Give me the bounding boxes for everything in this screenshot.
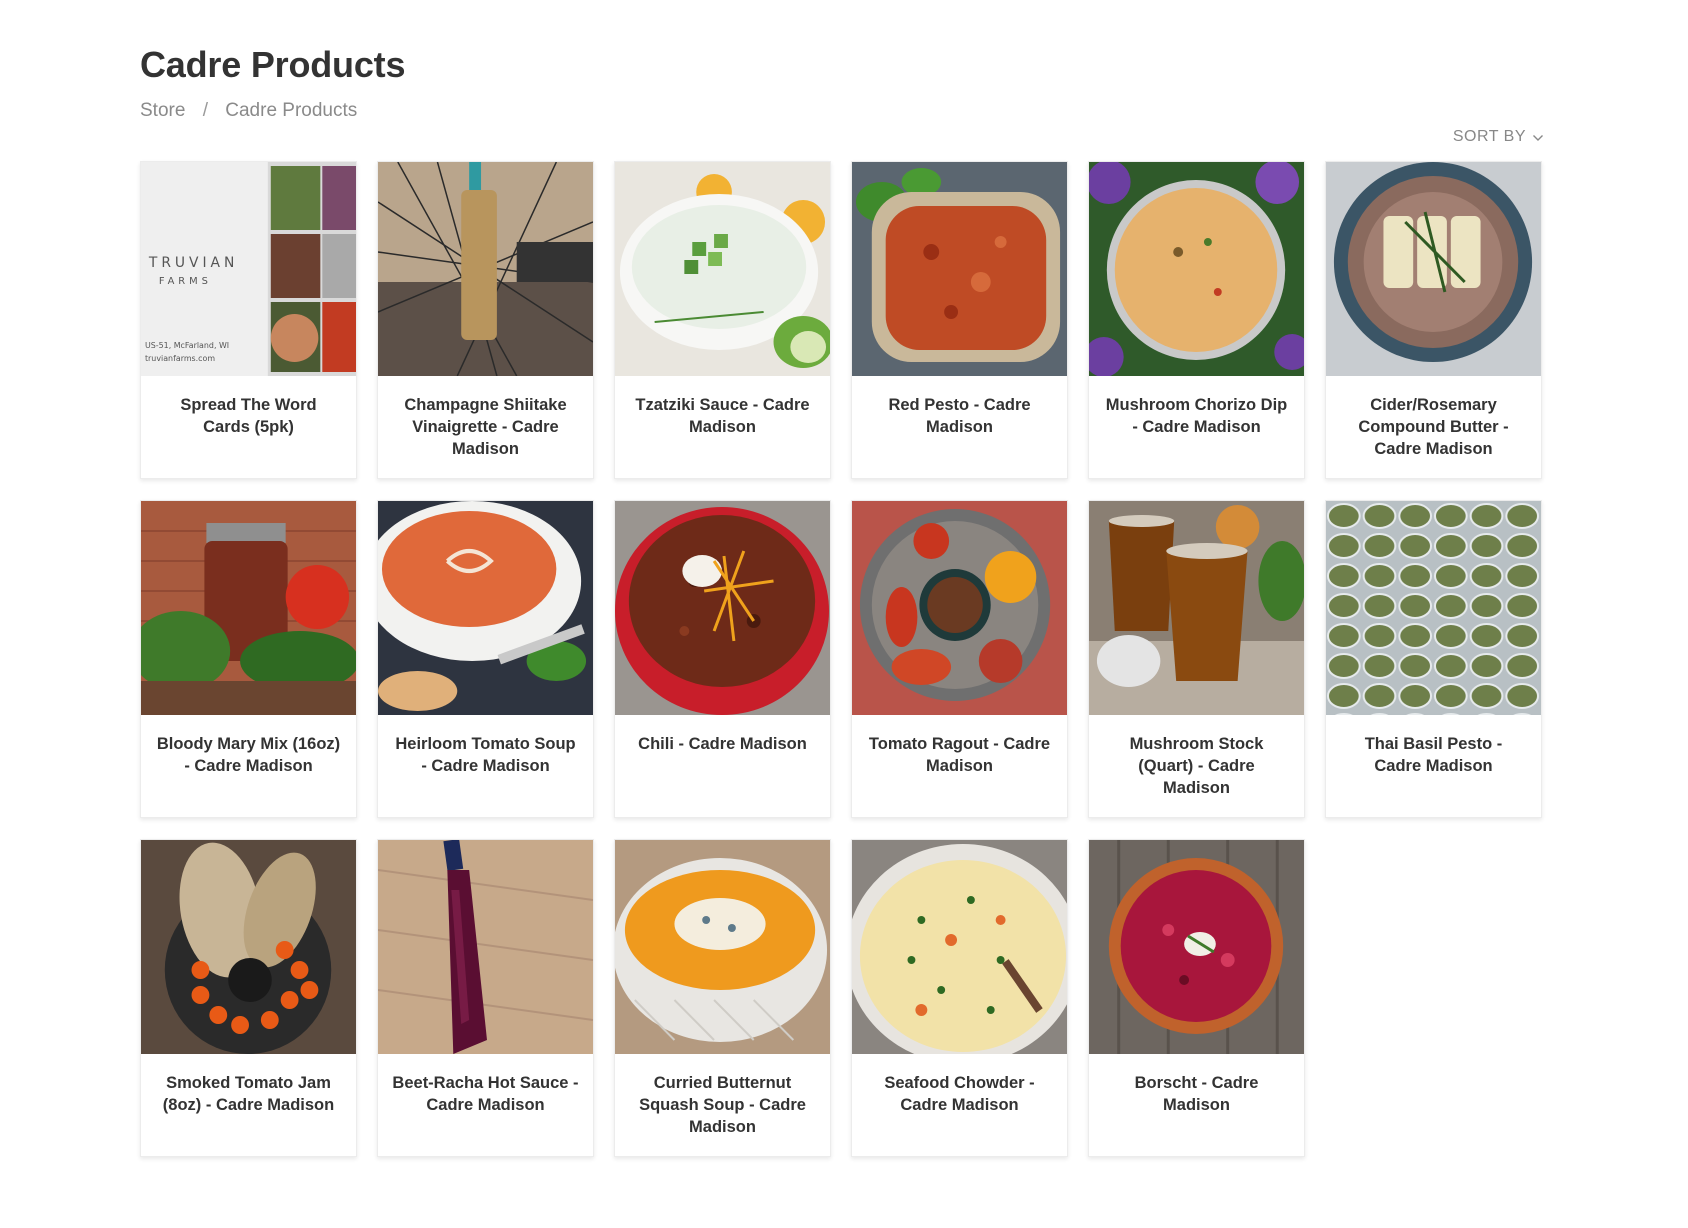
product-card[interactable]: Tzatziki Sauce - Cadre Madison — [614, 161, 831, 479]
product-title[interactable]: Red Pesto - Cadre Madison — [852, 376, 1067, 438]
product-card[interactable]: Red Pesto - Cadre Madison — [851, 161, 1068, 479]
product-title[interactable]: Cider/Rosemary Compound Butter - Cadre M… — [1326, 376, 1541, 460]
product-title[interactable]: Mushroom Chorizo Dip - Cadre Madison — [1089, 376, 1304, 438]
product-title[interactable]: Mushroom Stock (Quart) - Cadre Madison — [1089, 715, 1304, 799]
product-card[interactable]: Champagne Shiitake Vinaigrette - Cadre M… — [377, 161, 594, 479]
product-card[interactable]: Bloody Mary Mix (16oz) - Cadre Madison — [140, 500, 357, 818]
product-image[interactable] — [1089, 840, 1304, 1054]
product-image[interactable] — [1089, 162, 1304, 376]
breadcrumb-separator: / — [202, 100, 208, 121]
product-image[interactable] — [1326, 501, 1541, 715]
product-image[interactable] — [378, 840, 593, 1054]
product-title[interactable]: Champagne Shiitake Vinaigrette - Cadre M… — [378, 376, 593, 460]
product-card[interactable]: Smoked Tomato Jam (8oz) - Cadre Madison — [140, 839, 357, 1157]
product-image[interactable] — [852, 162, 1067, 376]
sort-by-dropdown[interactable]: SORT BY — [1453, 128, 1544, 146]
product-card[interactable]: TRUVIAN FARMS US-51, McFarland, WI truvi… — [140, 161, 357, 479]
product-card[interactable]: Thai Basil Pesto - Cadre Madison — [1325, 500, 1542, 818]
product-image[interactable] — [852, 840, 1067, 1054]
product-title[interactable]: Curried Butternut Squash Soup - Cadre Ma… — [615, 1054, 830, 1138]
product-card[interactable]: Beet-Racha Hot Sauce - Cadre Madison — [377, 839, 594, 1157]
product-grid: TRUVIAN FARMS US-51, McFarland, WI truvi… — [140, 161, 1542, 1157]
product-image[interactable] — [378, 501, 593, 715]
product-image[interactable] — [615, 162, 830, 376]
product-card[interactable]: Seafood Chowder - Cadre Madison — [851, 839, 1068, 1157]
product-image[interactable] — [615, 501, 830, 715]
product-title[interactable]: Borscht - Cadre Madison — [1089, 1054, 1304, 1116]
sort-by-label: SORT BY — [1452, 128, 1526, 145]
farms-logo-text: FARMS — [159, 276, 212, 287]
product-image[interactable] — [852, 501, 1067, 715]
product-title[interactable]: Tzatziki Sauce - Cadre Madison — [615, 376, 830, 438]
product-card[interactable]: Borscht - Cadre Madison — [1088, 839, 1305, 1157]
product-title[interactable]: Seafood Chowder - Cadre Madison — [852, 1054, 1067, 1116]
website-text: truvianfarms.com — [145, 354, 215, 363]
product-title[interactable]: Heirloom Tomato Soup - Cadre Madison — [378, 715, 593, 777]
product-card[interactable]: Mushroom Stock (Quart) - Cadre Madison — [1088, 500, 1305, 818]
product-title[interactable]: Smoked Tomato Jam (8oz) - Cadre Madison — [141, 1054, 356, 1116]
page-title: Cadre Products — [140, 44, 406, 85]
product-card[interactable]: Mushroom Chorizo Dip - Cadre Madison — [1088, 161, 1305, 479]
product-card[interactable]: Curried Butternut Squash Soup - Cadre Ma… — [614, 839, 831, 1157]
product-title[interactable]: Chili - Cadre Madison — [615, 715, 830, 755]
breadcrumb-store-link[interactable]: Store — [140, 100, 185, 121]
truvian-logo-text: TRUVIAN — [148, 255, 238, 271]
product-image[interactable] — [378, 162, 593, 376]
breadcrumb: Store / Cadre Products — [140, 100, 357, 122]
product-title[interactable]: Beet-Racha Hot Sauce - Cadre Madison — [378, 1054, 593, 1116]
product-image[interactable] — [141, 840, 356, 1054]
product-image[interactable] — [615, 840, 830, 1054]
breadcrumb-current: Cadre Products — [225, 100, 358, 121]
product-title[interactable]: Thai Basil Pesto - Cadre Madison — [1326, 715, 1541, 777]
product-card[interactable]: Tomato Ragout - Cadre Madison — [851, 500, 1068, 818]
product-image[interactable] — [141, 501, 356, 715]
product-title[interactable]: Spread The Word Cards (5pk) — [141, 376, 356, 438]
product-image[interactable]: TRUVIAN FARMS US-51, McFarland, WI truvi… — [141, 162, 356, 376]
product-title[interactable]: Bloody Mary Mix (16oz) - Cadre Madison — [141, 715, 356, 777]
address-text: US-51, McFarland, WI — [145, 341, 229, 350]
product-image[interactable] — [1326, 162, 1541, 376]
product-image[interactable] — [1089, 501, 1304, 715]
chevron-down-icon — [1532, 131, 1544, 143]
product-card[interactable]: Chili - Cadre Madison — [614, 500, 831, 818]
product-card[interactable]: Heirloom Tomato Soup - Cadre Madison — [377, 500, 594, 818]
product-title[interactable]: Tomato Ragout - Cadre Madison — [852, 715, 1067, 777]
product-card[interactable]: Cider/Rosemary Compound Butter - Cadre M… — [1325, 161, 1542, 479]
